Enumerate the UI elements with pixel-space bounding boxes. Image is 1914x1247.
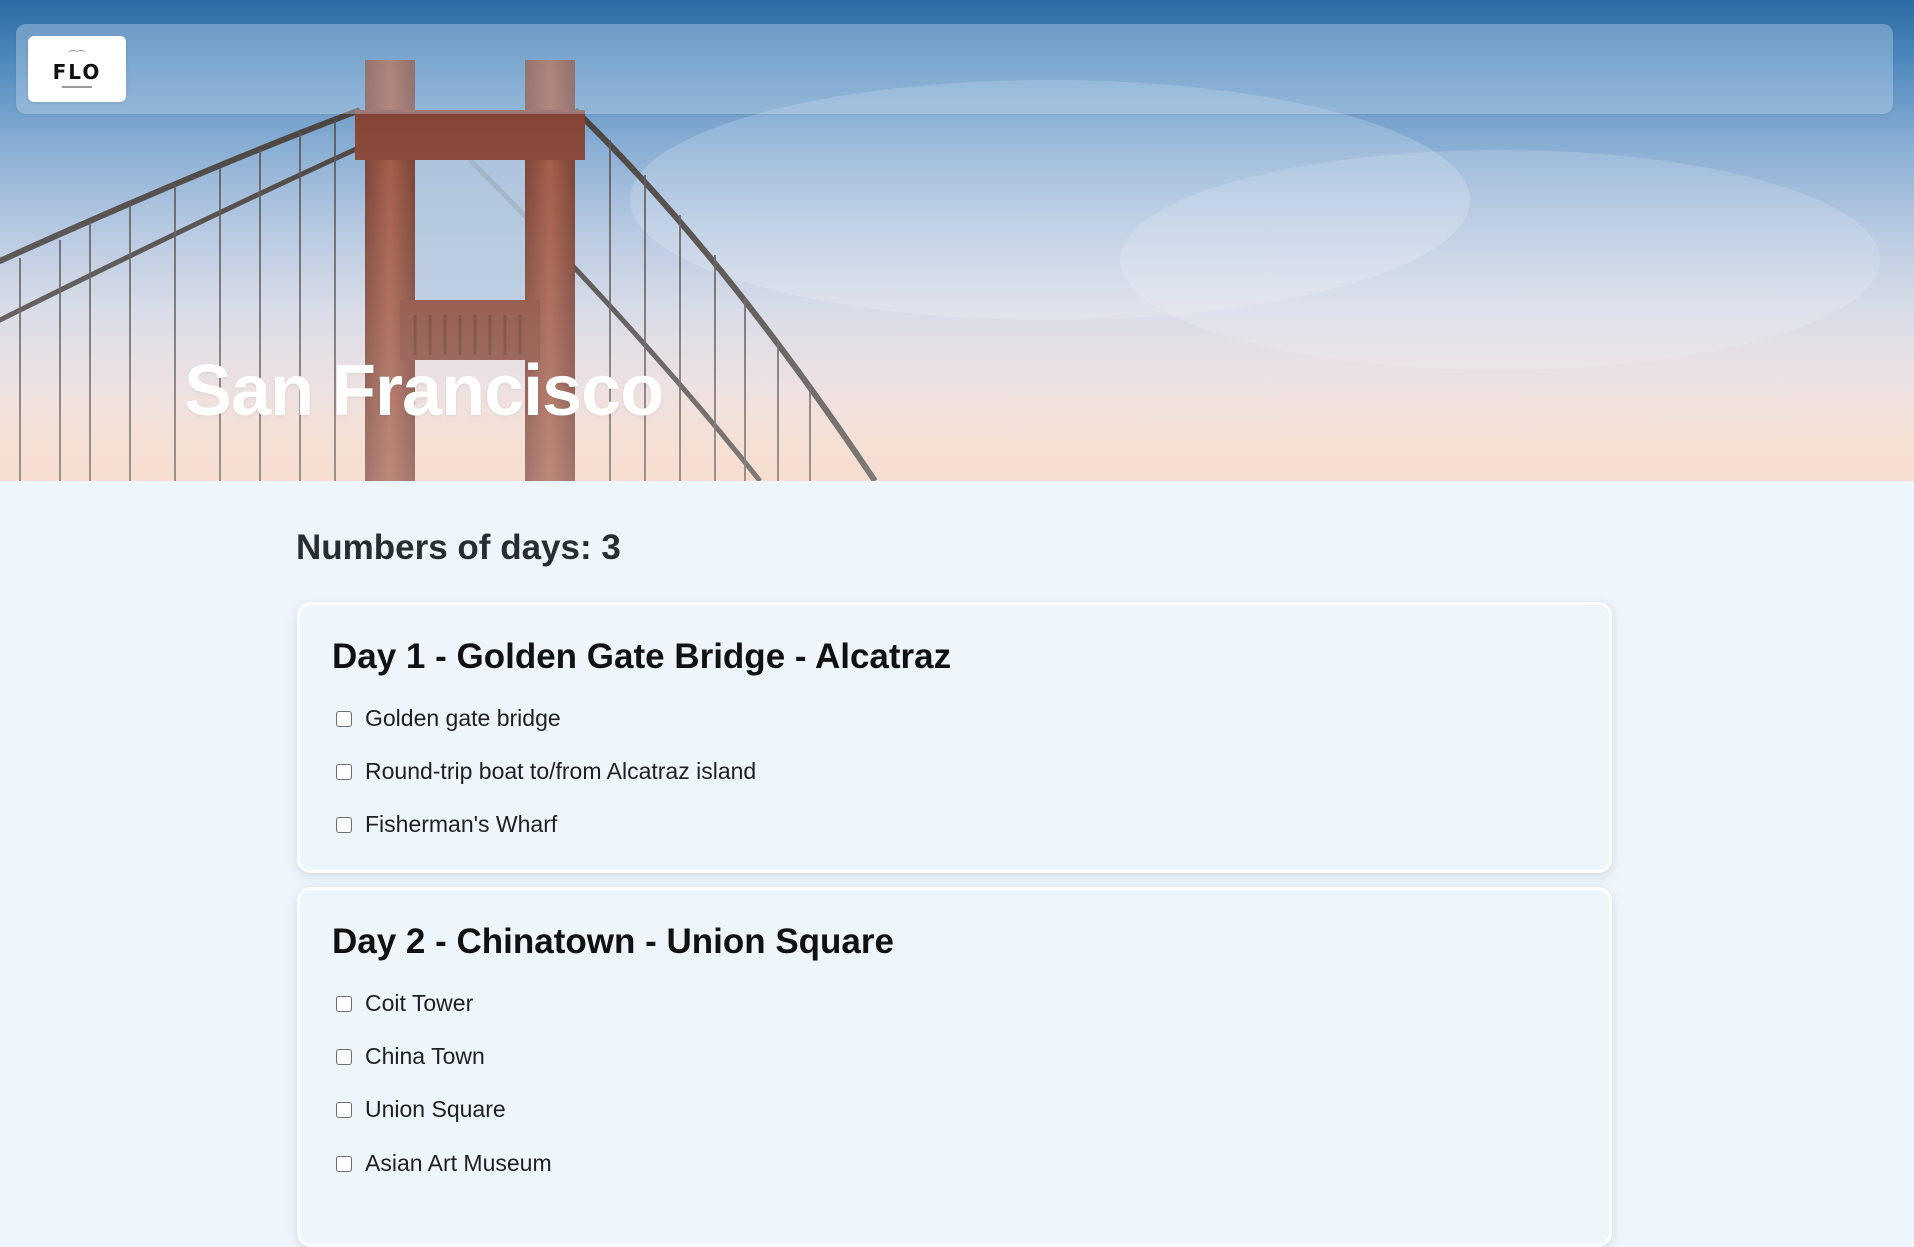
task-label: Coit Tower — [365, 990, 474, 1016]
task-label: Round-trip boat to/from Alcatraz island — [365, 758, 757, 784]
day-title: Day 1 - Golden Gate Bridge - Alcatraz — [332, 637, 952, 676]
task-label: Union Square — [365, 1096, 506, 1122]
task-item: Coit Tower — [336, 990, 473, 1017]
task-label: Fisherman's Wharf — [365, 811, 558, 837]
logo-underline — [62, 85, 92, 88]
task-checkbox[interactable] — [336, 763, 352, 780]
day-title: Day 2 - Chinatown - Union Square — [332, 922, 894, 961]
task-checkbox[interactable] — [336, 816, 352, 833]
task-checkbox[interactable] — [336, 995, 352, 1012]
page-title: San Francisco — [184, 351, 664, 431]
task-item: Golden gate bridge — [336, 705, 561, 732]
task-label: Golden gate bridge — [365, 705, 561, 731]
days-count-heading: Numbers of days: 3 — [296, 528, 621, 567]
task-item: Fisherman's Wharf — [336, 811, 557, 838]
task-item: Asian Art Museum — [336, 1150, 552, 1177]
task-label: Asian Art Museum — [365, 1150, 552, 1176]
task-label: China Town — [365, 1043, 485, 1069]
flo-logo[interactable]: ⌒⌒ FLO — [28, 36, 126, 102]
task-checkbox[interactable] — [336, 1048, 352, 1065]
task-item: Round-trip boat to/from Alcatraz island — [336, 758, 756, 785]
logo-text: FLO — [52, 59, 102, 84]
task-item: China Town — [336, 1043, 485, 1070]
task-item: Union Square — [336, 1096, 506, 1123]
hero-banner: ⌒⌒ FLO San Francisco — [0, 0, 1914, 481]
day-card-1: Day 1 - Golden Gate Bridge - Alcatraz Go… — [297, 602, 1612, 873]
day-card-2: Day 2 - Chinatown - Union Square Coit To… — [297, 887, 1612, 1247]
top-navigation-bar: ⌒⌒ FLO — [16, 24, 1893, 114]
birds-icon: ⌒⌒ — [69, 49, 85, 59]
task-checkbox[interactable] — [336, 710, 352, 727]
task-checkbox[interactable] — [336, 1101, 352, 1118]
task-checkbox[interactable] — [336, 1155, 352, 1172]
